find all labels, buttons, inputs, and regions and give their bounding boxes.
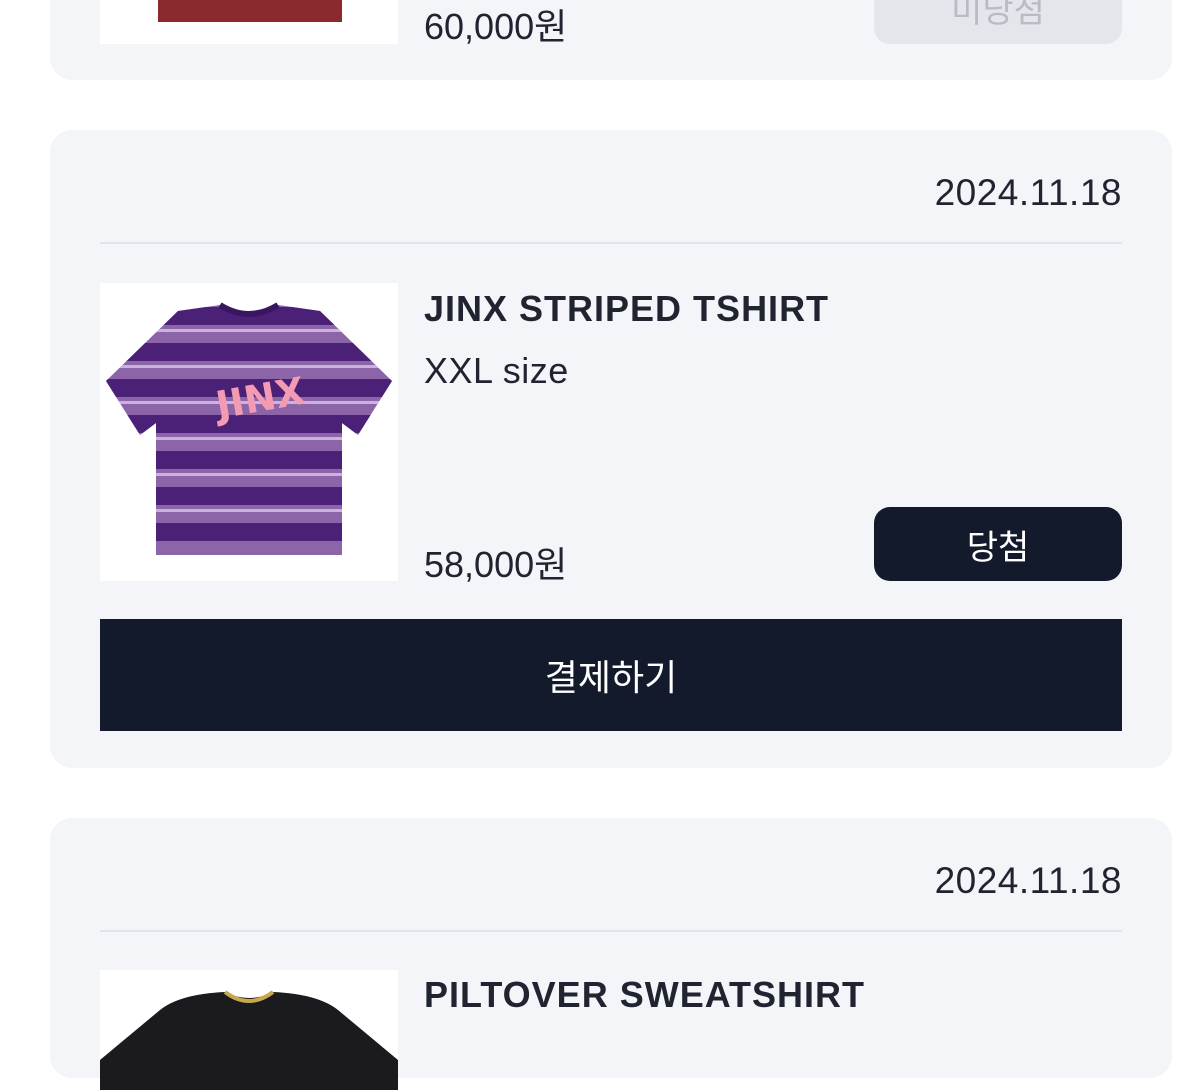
striped-tshirt-image: JINX — [106, 302, 392, 555]
order-date: 2024.11.18 — [934, 860, 1122, 901]
order-card-1: 60,000원 미당첨 — [50, 0, 1172, 80]
product-thumbnail[interactable] — [100, 970, 398, 1090]
red-shirt-image — [158, 0, 342, 22]
product-price: 60,000원 — [424, 6, 568, 47]
product-price: 58,000원 — [424, 544, 568, 585]
product-thumbnail[interactable]: JINX — [100, 283, 398, 581]
order-date: 2024.11.18 — [934, 172, 1122, 213]
divider — [100, 930, 1122, 932]
order-card-2: 2024.11.18 JINX JINX STRIPED TSHIRT XXL … — [50, 130, 1172, 768]
order-card-3: 2024.11.18 PILTOVER SWEATSHIRT — [50, 818, 1172, 1090]
not-selected-button[interactable]: 미당첨 — [874, 0, 1122, 44]
selected-button[interactable]: 당첨 — [874, 507, 1122, 581]
product-option: XXL size — [424, 350, 569, 391]
pay-button[interactable]: 결제하기 — [100, 619, 1122, 731]
product-thumbnail[interactable] — [100, 0, 398, 44]
divider — [100, 242, 1122, 244]
product-name: PILTOVER SWEATSHIRT — [424, 974, 866, 1015]
product-name: JINX STRIPED TSHIRT — [424, 288, 830, 329]
sweatshirt-image — [100, 990, 398, 1090]
